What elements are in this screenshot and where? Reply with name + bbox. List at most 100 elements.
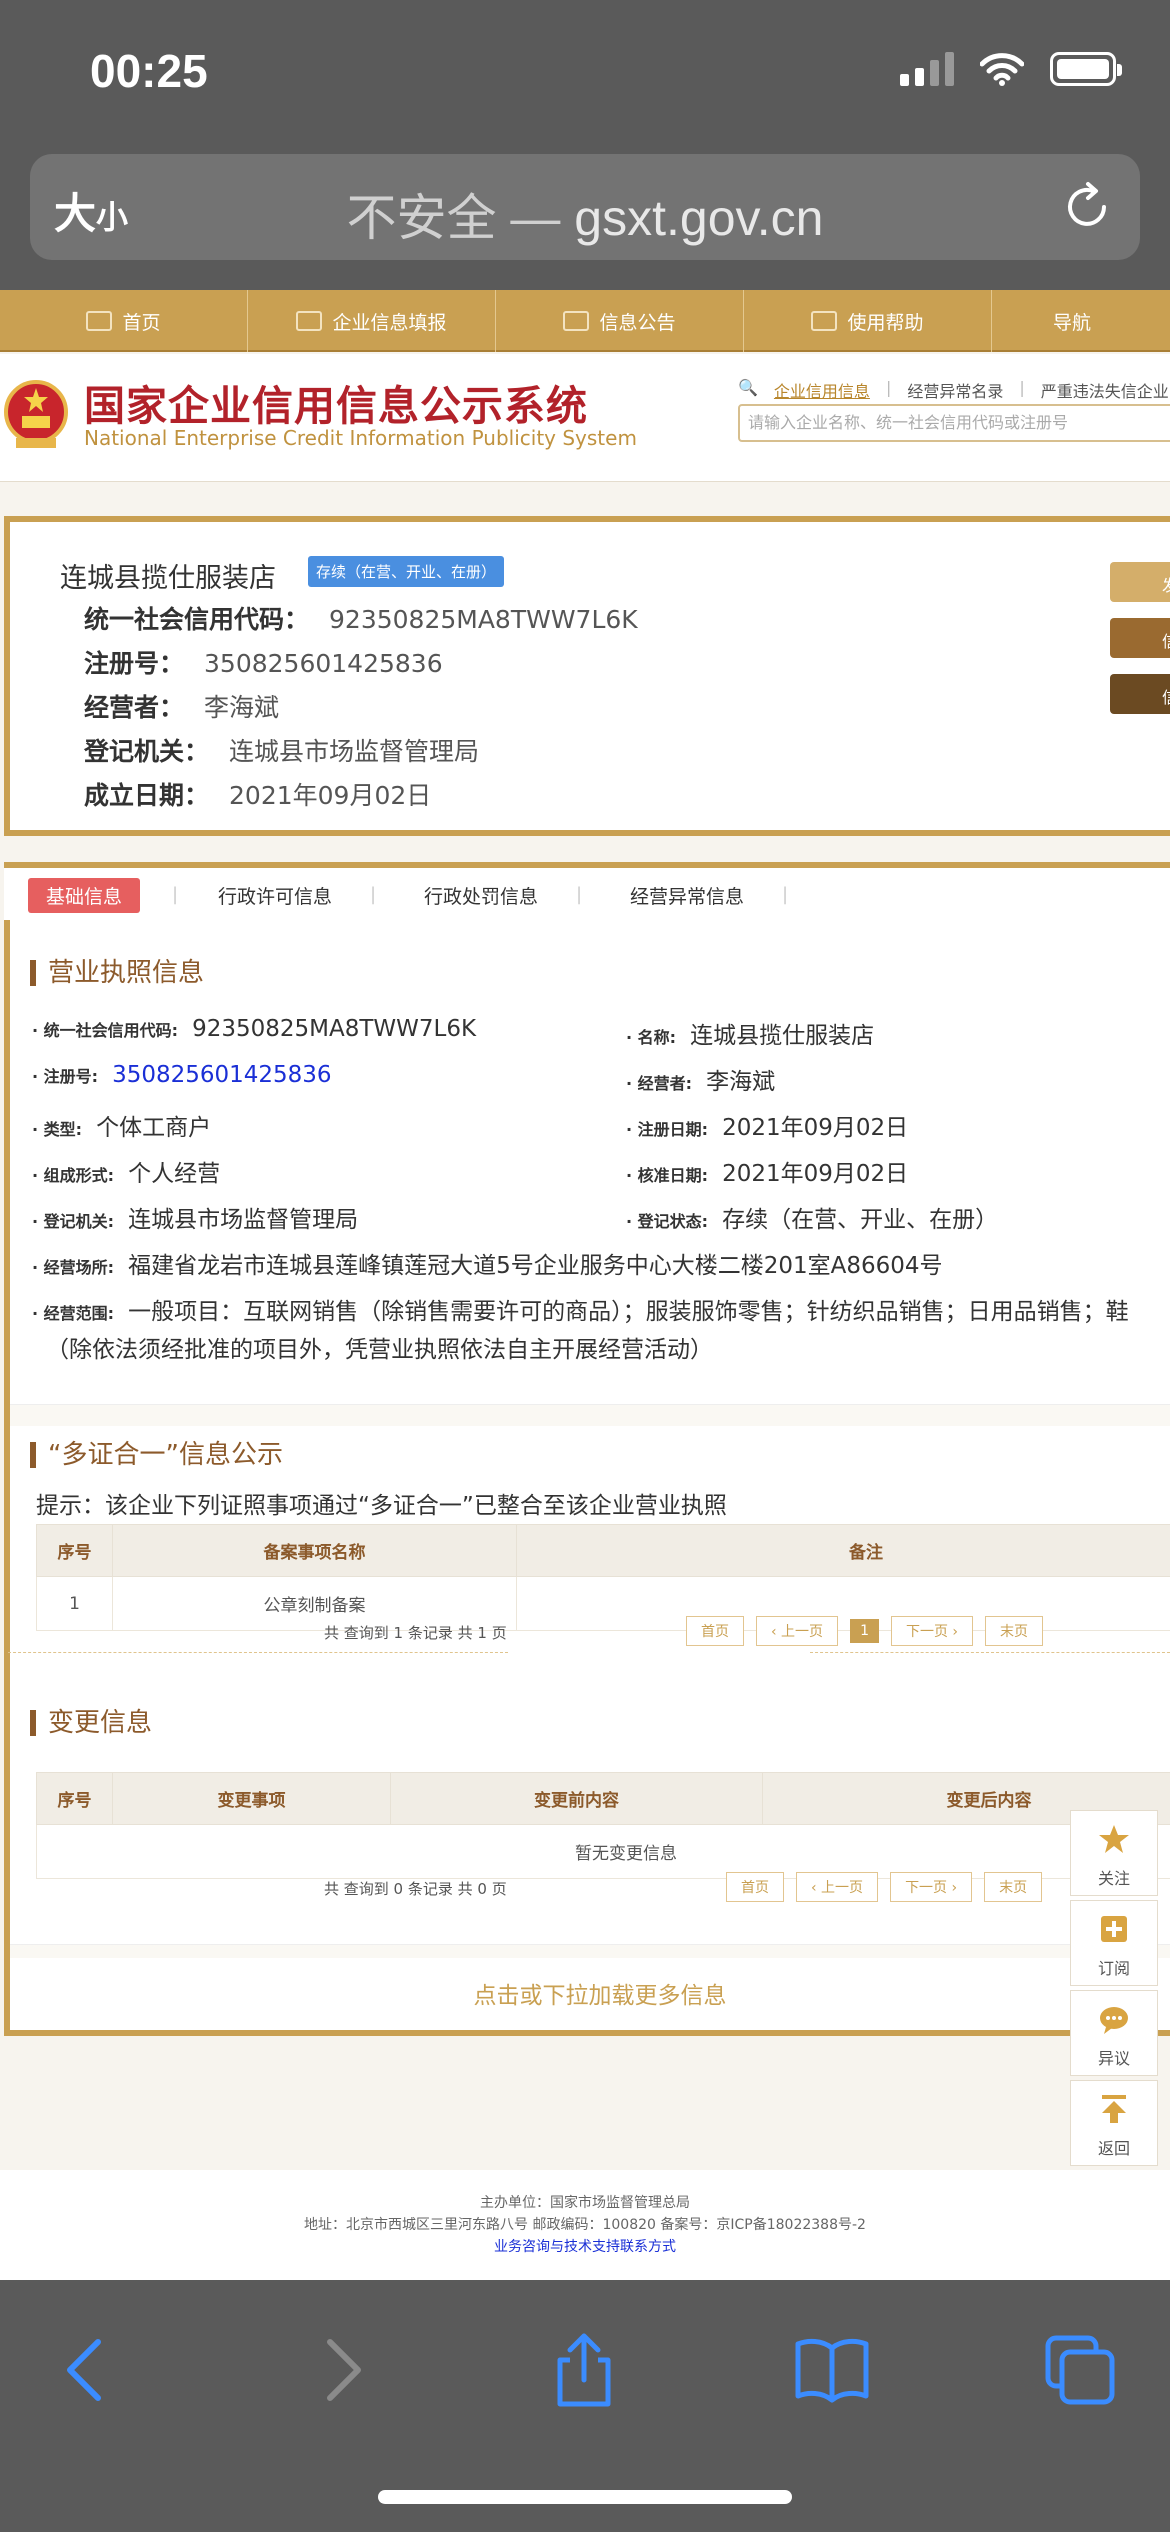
changes-section-title: 变更信息	[30, 1710, 152, 1736]
license-reg-no: 注册号:350825601425836	[32, 1062, 332, 1088]
home-indicator[interactable]	[378, 2490, 792, 2504]
license-scope: 经营范围:一般项目：互联网销售（除销售需要许可的商品）；服装服饰零售；针纺织品销…	[32, 1292, 1129, 1326]
url-domain: gsxt.gov.cn	[574, 190, 824, 246]
multi-cert-pager: 首页 ‹ 上一页 1 下一页 › 末页	[686, 1616, 1044, 1646]
license-address: 经营场所:福建省龙岩市连城县莲峰镇莲冠大道5号企业服务中心大楼二楼201室A86…	[32, 1246, 943, 1280]
back-to-top-button[interactable]: 返回	[1070, 2080, 1158, 2166]
info-tabs: 基础信息 行政许可信息 | 行政处罚信息 | 经营异常信息 | |	[4, 862, 1170, 920]
pager-current[interactable]: 1	[850, 1619, 879, 1643]
national-emblem-icon	[4, 380, 68, 448]
authority-row: 登记机关： 连城县市场监督管理局	[84, 737, 480, 766]
changes-pager: 首页 ‹ 上一页 下一页 › 末页	[726, 1872, 1043, 1902]
subscribe-button[interactable]: 订阅	[1070, 1900, 1158, 1986]
footer-address: 地址：北京市西城区三里河东路八号 邮政编码：100820 备案号：京ICP备18…	[304, 2217, 866, 2233]
forward-icon[interactable]	[300, 2330, 380, 2410]
license-section-title: 营业执照信息	[30, 960, 204, 986]
star-icon	[1099, 1825, 1129, 1853]
reload-icon[interactable]	[1060, 180, 1114, 234]
search-tab-abnormal[interactable]: 经营异常名录	[907, 378, 1003, 402]
browser-address-area: 大小 不安全 — gsxt.gov.cn	[0, 150, 1170, 290]
table-row: 暂无变更信息	[36, 1824, 1170, 1879]
document-icon	[563, 311, 590, 331]
footer-support-link[interactable]: 业务咨询与技术支持联系方式	[0, 2236, 1170, 2258]
enterprise-summary-card: 连城县揽仕服装店 存续（在营、开业、在册） 统一社会信用代码： 92350825M…	[4, 516, 1170, 836]
side-action-button-1[interactable]: 发	[1110, 562, 1170, 602]
license-scope-line2: （除依法须经批准的项目外，凭营业执照依法自主开展经营活动）	[46, 1337, 713, 1363]
site-title-en: National Enterprise Credit Information P…	[84, 426, 637, 450]
arrow-up-icon	[1102, 2095, 1126, 2123]
license-authority: 登记机关:连城县市场监督管理局	[32, 1200, 358, 1234]
objection-button[interactable]: 异议	[1070, 1990, 1158, 2076]
tab-abnormal[interactable]: 经营异常信息	[630, 882, 744, 909]
side-action-button-3[interactable]: 信	[1110, 674, 1170, 714]
pager-prev[interactable]: ‹ 上一页	[796, 1872, 879, 1902]
changes-pager-info: 共 查询到 0 条记录 共 0 页	[324, 1880, 507, 1898]
footer-organizer: 主办单位：国家市场监督管理总局	[480, 2195, 690, 2211]
pager-first[interactable]: 首页	[686, 1616, 744, 1646]
search-input[interactable]: 请输入企业名称、统一社会信用代码或注册号	[738, 404, 1170, 442]
basic-info-panel: 营业执照信息 统一社会信用代码:92350825MA8TWW7L6K 名称:连城…	[4, 920, 1170, 2036]
license-reg-date: 注册日期:2021年09月02日	[626, 1108, 908, 1142]
pager-next[interactable]: 下一页 ›	[890, 1616, 974, 1646]
license-form: 组成形式:个人经营	[32, 1154, 220, 1188]
license-reg-status: 登记状态:存续（在营、开业、在册）	[626, 1200, 998, 1234]
pager-first[interactable]: 首页	[726, 1872, 784, 1902]
multi-cert-section-title: “多证合一”信息公示	[30, 1442, 283, 1468]
search-icon: 🔍	[738, 378, 758, 397]
tab-admin-penalty[interactable]: 行政处罚信息	[424, 882, 538, 909]
bookmarks-icon[interactable]	[792, 2330, 872, 2410]
edit-icon	[296, 311, 323, 331]
site-header: 国家企业信用信息公示系统 National Enterprise Credit …	[0, 354, 1170, 482]
changes-table: 序号 变更事项 变更前内容 变更后内容 暂无变更信息	[36, 1772, 1170, 1879]
load-more-button[interactable]: 点击或下拉加载更多信息	[0, 1976, 1170, 2010]
site-footer: 主办单位：国家市场监督管理总局 地址：北京市西城区三里河东路八号 邮政编码：10…	[0, 2170, 1170, 2280]
insecure-label: 不安全 —	[346, 190, 561, 246]
status-time: 00:25	[90, 45, 208, 97]
enterprise-name: 连城县揽仕服装店	[60, 563, 276, 594]
multi-cert-tip: 提示：该企业下列证照事项通过“多证合一”已整合至该企业营业执照	[36, 1493, 727, 1519]
search-tabs: 🔍 企业信用信息 | 经营异常名录 | 严重违法失信企业	[738, 378, 1169, 402]
status-icons	[900, 52, 1122, 86]
address-bar[interactable]: 大小 不安全 — gsxt.gov.cn	[30, 154, 1140, 260]
site-title-cn: 国家企业信用信息公示系统	[84, 382, 588, 430]
side-action-button-2[interactable]: 信	[1110, 618, 1170, 658]
plus-box-icon	[1101, 1916, 1127, 1942]
reg-no-row: 注册号： 350825601425836	[84, 649, 443, 678]
chat-icon	[1100, 2007, 1128, 2034]
home-icon	[86, 311, 113, 331]
back-icon[interactable]	[48, 2330, 128, 2410]
search-tab-credit[interactable]: 企业信用信息	[774, 378, 870, 402]
url-display[interactable]: 不安全 — gsxt.gov.cn	[30, 178, 1140, 250]
web-page: 首页 企业信息填报 信息公告 使用帮助 导航 国家企业信用信息公示系统 Nati…	[0, 290, 1170, 2280]
cellular-signal-icon	[900, 52, 954, 86]
license-operator: 经营者:李海斌	[626, 1062, 775, 1096]
status-bar: 00:25	[0, 0, 1170, 150]
nav-navigation[interactable]: 导航	[992, 290, 1152, 352]
tab-admin-license[interactable]: 行政许可信息	[218, 882, 332, 909]
search-tab-serious[interactable]: 严重违法失信企业	[1041, 378, 1169, 402]
battery-icon	[1050, 52, 1122, 86]
nav-help[interactable]: 使用帮助	[744, 290, 992, 352]
megaphone-icon	[811, 311, 838, 331]
changes-empty: 暂无变更信息	[36, 1824, 1170, 1879]
pager-last[interactable]: 末页	[985, 1616, 1044, 1646]
founded-row: 成立日期： 2021年09月02日	[84, 781, 432, 810]
multi-cert-table: 序号 备案事项名称 备注 1 公章刻制备案	[36, 1524, 1170, 1631]
nav-announcements[interactable]: 信息公告	[496, 290, 744, 352]
credit-code-row: 统一社会信用代码： 92350825MA8TWW7L6K	[84, 605, 638, 634]
pager-next[interactable]: 下一页 ›	[890, 1872, 973, 1902]
license-type: 类型:个体工商户	[32, 1108, 211, 1142]
floating-actions: 关注 订阅 异议 返回	[1070, 1810, 1158, 2170]
license-credit-code: 统一社会信用代码:92350825MA8TWW7L6K	[32, 1016, 476, 1042]
tabs-icon[interactable]	[1040, 2330, 1120, 2410]
operator-row: 经营者： 李海斌	[84, 693, 280, 722]
license-name: 名称:连城县揽仕服装店	[626, 1016, 874, 1050]
follow-button[interactable]: 关注	[1070, 1810, 1158, 1896]
pager-prev[interactable]: ‹ 上一页	[756, 1616, 839, 1646]
pager-last[interactable]: 末页	[984, 1872, 1043, 1902]
share-icon[interactable]	[544, 2330, 624, 2410]
nav-enterprise-report[interactable]: 企业信息填报	[248, 290, 496, 352]
tab-basic-info[interactable]: 基础信息	[28, 878, 141, 913]
license-approve-date: 核准日期:2021年09月02日	[626, 1154, 908, 1188]
nav-home[interactable]: 首页	[0, 290, 248, 352]
